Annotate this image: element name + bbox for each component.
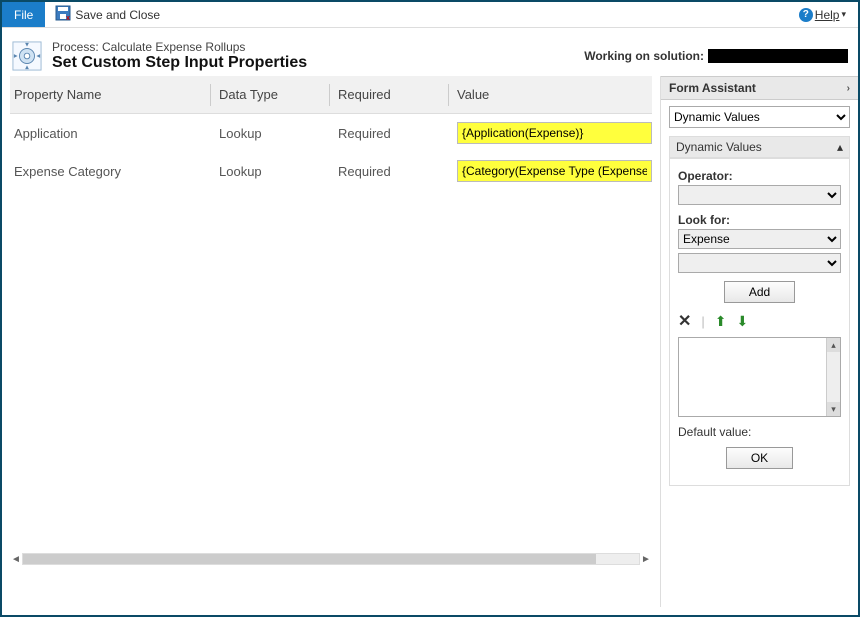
col-header-name: Property Name (10, 87, 210, 102)
scroll-down-icon[interactable]: ▾ (827, 402, 840, 416)
lookfor-entity-select[interactable]: Expense (678, 229, 841, 249)
dynamic-values-label: Dynamic Values (676, 140, 762, 154)
dynamic-values-header[interactable]: Dynamic Values ▴ (669, 136, 850, 158)
file-label: File (14, 8, 33, 22)
col-header-type: Data Type (219, 87, 329, 102)
lookfor-field-select[interactable] (678, 253, 841, 273)
property-required-cell: Required (338, 164, 448, 179)
svg-text:x: x (66, 15, 70, 21)
properties-grid-header: Property Name Data Type Required Value (10, 76, 652, 114)
add-button[interactable]: Add (724, 281, 795, 303)
chevron-right-icon: › (847, 83, 850, 94)
help-link[interactable]: ? Help ▾ (799, 8, 846, 22)
chevron-down-icon: ▾ (841, 9, 846, 20)
property-type-cell: Lookup (219, 126, 329, 141)
operator-label: Operator: (678, 169, 841, 183)
process-breadcrumb: Process: Calculate Expense Rollups (52, 40, 584, 54)
property-value-input[interactable] (457, 160, 652, 182)
move-down-icon[interactable]: ⬇ (737, 313, 749, 330)
property-row: Expense Category Lookup Required (10, 152, 652, 190)
col-header-required: Required (338, 87, 448, 102)
property-required-cell: Required (338, 126, 448, 141)
values-listbox[interactable]: ▴ ▾ (678, 337, 841, 417)
process-icon (12, 41, 42, 71)
save-icon: x (55, 5, 71, 24)
form-assistant-header[interactable]: Form Assistant › (661, 76, 858, 100)
scroll-left-icon[interactable]: ◄ (10, 554, 22, 565)
move-up-icon[interactable]: ⬆ (715, 313, 727, 330)
scroll-up-icon[interactable]: ▴ (827, 338, 840, 352)
property-type-cell: Lookup (219, 164, 329, 179)
listbox-scrollbar[interactable]: ▴ ▾ (826, 338, 840, 416)
property-name-cell: Expense Category (10, 164, 210, 179)
help-label: Help (815, 8, 840, 22)
ok-button[interactable]: OK (726, 447, 793, 469)
separator: | (701, 314, 704, 329)
assistant-mode-select[interactable]: Dynamic Values (669, 106, 850, 128)
save-close-label: Save and Close (75, 8, 160, 22)
property-row: Application Lookup Required (10, 114, 652, 152)
col-header-value: Value (457, 87, 652, 102)
working-on-label: Working on solution: (584, 49, 704, 63)
file-menu[interactable]: File (2, 2, 45, 27)
form-assistant-label: Form Assistant (669, 81, 756, 95)
operator-select[interactable] (678, 185, 841, 205)
help-icon: ? (799, 8, 813, 22)
horizontal-scrollbar[interactable]: ◄ ► (10, 551, 652, 567)
solution-name-redacted (708, 49, 848, 63)
property-name-cell: Application (10, 126, 210, 141)
page-title: Set Custom Step Input Properties (52, 54, 584, 72)
scroll-right-icon[interactable]: ► (640, 554, 652, 565)
property-value-input[interactable] (457, 122, 652, 144)
chevron-up-icon: ▴ (837, 140, 843, 154)
save-and-close-button[interactable]: x Save and Close (45, 5, 170, 24)
lookfor-label: Look for: (678, 213, 841, 227)
default-value-label: Default value: (678, 425, 841, 439)
remove-icon[interactable]: ✕ (678, 311, 691, 331)
